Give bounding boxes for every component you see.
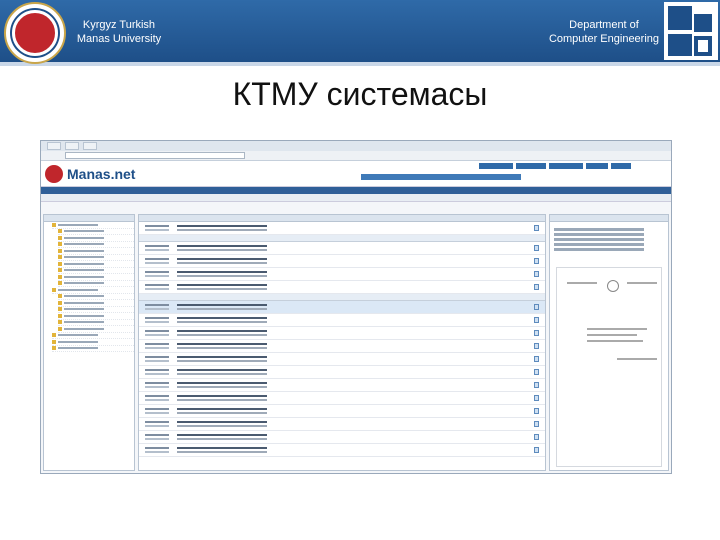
panes xyxy=(41,212,671,473)
address-bar xyxy=(41,151,671,161)
university-seal-icon xyxy=(4,2,66,64)
browser-tab xyxy=(83,142,97,150)
manas-logo-icon xyxy=(45,164,63,183)
manas-submenu xyxy=(361,174,521,180)
manas-nav-bar xyxy=(41,187,671,194)
system-screenshot: Manas.net xyxy=(40,140,672,474)
document-preview xyxy=(549,214,669,471)
manas-toolbar xyxy=(41,194,671,202)
document-list xyxy=(138,214,546,471)
department-name: Department of Computer Engineering xyxy=(548,19,660,45)
browser-tabs xyxy=(41,141,671,151)
folder-tree xyxy=(43,214,135,471)
document-icon xyxy=(534,245,539,251)
document-page xyxy=(556,267,662,467)
banner-divider xyxy=(0,62,720,66)
department-logo-icon xyxy=(664,2,718,60)
folder-icon xyxy=(52,222,56,227)
manas-menu xyxy=(479,163,631,169)
manas-brand: Manas.net xyxy=(67,165,136,182)
slide-title: КТМУ системасы xyxy=(232,76,488,112)
university-name: Kyrgyz Turkish Manas University xyxy=(76,19,162,45)
manas-header: Manas.net xyxy=(41,161,671,187)
browser-tab xyxy=(47,142,61,150)
browser-tab xyxy=(65,142,79,150)
